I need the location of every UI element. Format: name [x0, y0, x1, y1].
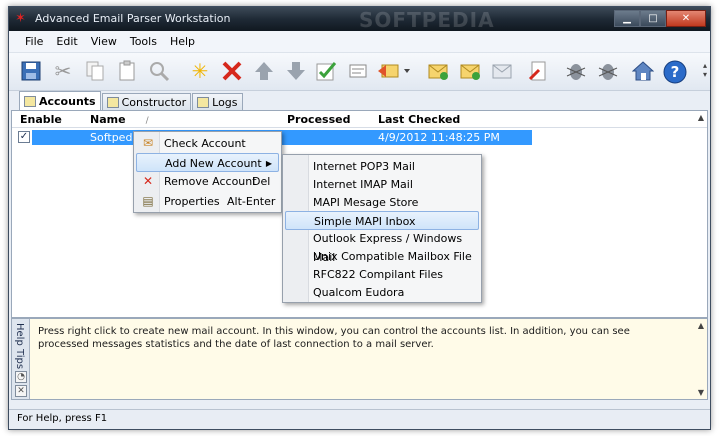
- column-processed[interactable]: Processed: [287, 113, 350, 126]
- tab-strip: Accounts Constructor Logs: [19, 91, 244, 110]
- properties-icon[interactable]: [344, 57, 372, 85]
- help-scroll-up-icon[interactable]: ▲: [698, 321, 704, 330]
- submenu-unix-mailbox[interactable]: Unix Compatible Mailbox File: [285, 247, 479, 266]
- bug-icon[interactable]: [562, 57, 590, 85]
- menu-help[interactable]: Help: [170, 35, 195, 48]
- cut-icon[interactable]: ✂: [49, 57, 77, 85]
- submenu-simple-mapi[interactable]: Simple MAPI Inbox: [285, 211, 479, 230]
- submenu-imap[interactable]: Internet IMAP Mail: [285, 175, 479, 194]
- menu-edit[interactable]: Edit: [56, 35, 77, 48]
- menu-check-account[interactable]: ✉ Check Account: [136, 134, 279, 153]
- tab-accounts[interactable]: Accounts: [19, 91, 101, 110]
- row-last-checked: 4/9/2012 11:48:25 PM: [378, 131, 500, 144]
- copy-icon[interactable]: [81, 57, 109, 85]
- column-enable[interactable]: Enable: [20, 113, 62, 126]
- menu-view[interactable]: View: [91, 35, 117, 48]
- find-icon[interactable]: [145, 57, 173, 85]
- app-icon[interactable]: ✶: [15, 12, 29, 26]
- submenu-rfc822[interactable]: RFC822 Compilant Files: [285, 265, 479, 284]
- maximize-button[interactable]: □: [640, 10, 666, 27]
- list-header: Enable Name / Processed Last Checked: [12, 111, 707, 128]
- clear-icon[interactable]: [524, 57, 552, 85]
- menu-properties[interactable]: ▤ Properties Alt-Enter: [136, 192, 279, 211]
- menu-bar: File Edit View Tools Help: [9, 31, 710, 53]
- shortcut-alt-enter: Alt-Enter: [227, 195, 276, 208]
- properties-menu-icon: ▤: [142, 194, 154, 208]
- constructor-icon: [106, 96, 119, 108]
- submenu-arrow-icon: ▶: [265, 159, 272, 168]
- close-button[interactable]: ✕: [666, 10, 706, 27]
- list-scrollbar[interactable]: ▲: [694, 111, 707, 317]
- help-scroll-down-icon[interactable]: ▼: [698, 388, 704, 397]
- column-name[interactable]: Name /: [90, 113, 149, 126]
- accounts-icon: [24, 95, 36, 107]
- mail-send-icon[interactable]: [488, 57, 516, 85]
- help-tips-pane: Help Tips ◔ ✕ Press right click to creat…: [11, 318, 708, 400]
- title-bar[interactable]: ✶ Advanced Email Parser Workstation SOFT…: [9, 7, 710, 32]
- add-folder-icon[interactable]: [456, 57, 484, 85]
- submenu-outlook-express[interactable]: Outlook Express / Windows Mail: [285, 229, 479, 264]
- logs-icon: [197, 96, 210, 108]
- toolbar: ✂ ✳ ? ▴ ▾: [9, 53, 710, 91]
- sort-indicator: /: [145, 116, 149, 126]
- paste-icon[interactable]: [113, 57, 141, 85]
- watermark: SOFTPEDIA: [359, 8, 495, 32]
- enable-checkbox[interactable]: ✓: [18, 131, 30, 143]
- add-mail-icon[interactable]: [424, 57, 452, 85]
- window-title: Advanced Email Parser Workstation: [35, 12, 231, 25]
- menu-add-new-account[interactable]: Add New Account ▶: [136, 153, 279, 172]
- move-up-icon[interactable]: [250, 57, 278, 85]
- delete-icon[interactable]: [218, 57, 246, 85]
- move-down-icon[interactable]: [282, 57, 310, 85]
- check-account-icon: ✉: [142, 136, 154, 150]
- submenu-pop3[interactable]: Internet POP3 Mail: [285, 157, 479, 176]
- svg-text:?: ?: [671, 63, 680, 81]
- menu-remove-account[interactable]: ✕ Remove Account Del: [136, 172, 279, 191]
- table-row[interactable]: Softpedia 4/9/2012 11:48:25 PM: [32, 130, 532, 145]
- help-text: Press right click to create new mail acc…: [38, 326, 630, 350]
- tab-constructor[interactable]: Constructor: [101, 93, 192, 110]
- close-help-icon[interactable]: ✕: [15, 385, 27, 397]
- menu-file[interactable]: File: [25, 35, 43, 48]
- help-icon[interactable]: ?: [661, 57, 689, 85]
- remove-icon: ✕: [142, 174, 154, 188]
- save-icon[interactable]: [17, 57, 45, 85]
- submenu-mapi-store[interactable]: MAPI Mesage Store: [285, 193, 479, 212]
- new-icon[interactable]: ✳: [186, 57, 214, 85]
- import-icon[interactable]: [376, 57, 412, 85]
- minimize-button[interactable]: ▁: [614, 10, 640, 27]
- bug-report-icon[interactable]: [594, 57, 622, 85]
- menu-tools[interactable]: Tools: [130, 35, 157, 48]
- status-bar: For Help, press F1: [9, 409, 710, 429]
- home-icon[interactable]: [629, 57, 657, 85]
- column-last-checked[interactable]: Last Checked: [378, 113, 460, 126]
- pin-icon[interactable]: ◔: [15, 371, 27, 383]
- add-account-submenu: Internet POP3 Mail Internet IMAP Mail MA…: [282, 154, 482, 303]
- toolbar-overflow-icon[interactable]: ▴ ▾: [703, 61, 707, 79]
- help-sidebar: Help Tips ◔ ✕: [12, 319, 30, 399]
- shortcut-del: Del: [252, 175, 271, 188]
- scroll-up-icon[interactable]: ▲: [698, 113, 704, 122]
- context-menu: ✉ Check Account Add New Account ▶ ✕ Remo…: [133, 131, 282, 213]
- tab-logs[interactable]: Logs: [192, 93, 243, 110]
- help-tips-label: Help Tips: [14, 323, 25, 370]
- check-icon[interactable]: [312, 57, 340, 85]
- submenu-eudora[interactable]: Qualcom Eudora: [285, 283, 479, 302]
